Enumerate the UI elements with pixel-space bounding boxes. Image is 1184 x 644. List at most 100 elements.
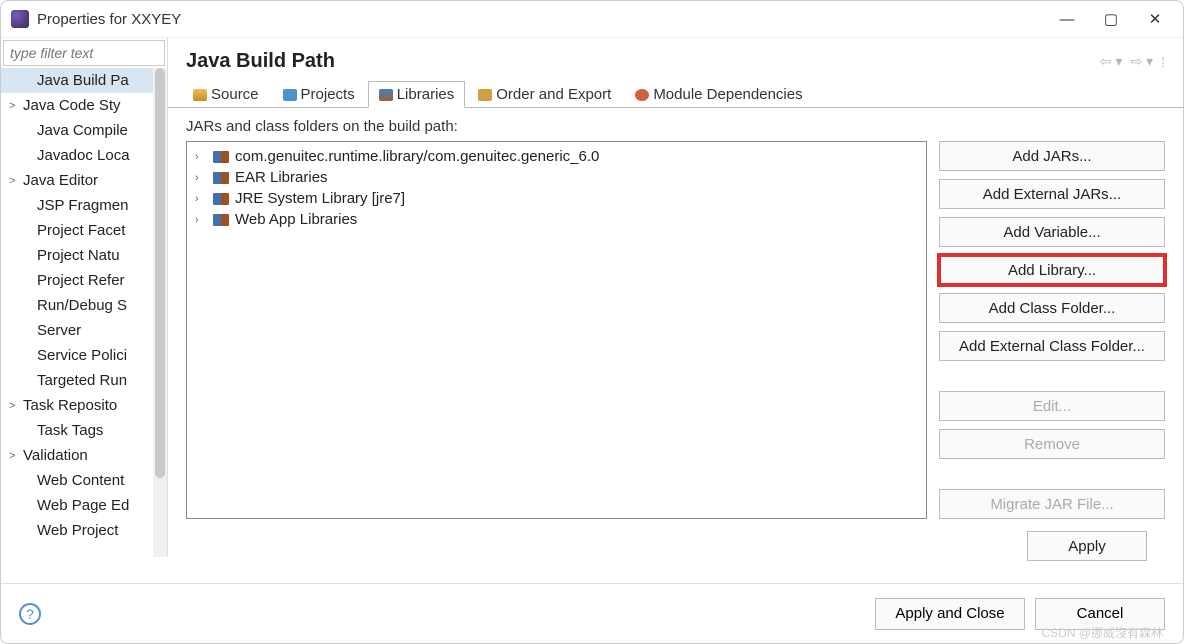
add-external-class-folder-button[interactable]: Add External Class Folder... xyxy=(939,331,1165,361)
tree-item-label: Java Editor xyxy=(23,172,98,189)
tree-item[interactable]: Service Polici xyxy=(1,343,167,368)
expander-icon[interactable]: › xyxy=(195,151,207,163)
tree-item-label: Web Project xyxy=(37,522,118,539)
add-variable-button[interactable]: Add Variable... xyxy=(939,217,1165,247)
tree-item[interactable]: Project Facet xyxy=(1,218,167,243)
tree-item[interactable]: Web Page Ed xyxy=(1,493,167,518)
library-icon xyxy=(213,172,229,184)
tab-order-and-export[interactable]: Order and Export xyxy=(467,81,622,108)
apply-and-close-button[interactable]: Apply and Close xyxy=(875,598,1025,630)
tab-module-dependencies[interactable]: Module Dependencies xyxy=(624,81,813,108)
page-title: Java Build Path xyxy=(186,50,1100,73)
src-icon xyxy=(193,89,207,101)
tree-scrollbar[interactable] xyxy=(153,68,167,557)
tree-item[interactable]: Javadoc Loca xyxy=(1,143,167,168)
libraries-subhead: JARs and class folders on the build path… xyxy=(186,118,1165,135)
tree-item-label: Javadoc Loca xyxy=(37,147,130,164)
help-icon[interactable]: ? xyxy=(19,603,41,625)
tree-item[interactable]: Server xyxy=(1,318,167,343)
tree-item[interactable]: Task Tags xyxy=(1,418,167,443)
remove-button: Remove xyxy=(939,429,1165,459)
library-label: Web App Libraries xyxy=(235,211,357,228)
tree-item[interactable]: >Validation xyxy=(1,443,167,468)
migrate-jar-button: Migrate JAR File... xyxy=(939,489,1165,519)
tree-item[interactable]: Web Content xyxy=(1,468,167,493)
tree-item-label: Task Tags xyxy=(37,422,103,439)
tab-libraries[interactable]: Libraries xyxy=(368,81,466,108)
close-button[interactable]: ✕ xyxy=(1147,11,1163,27)
tree-item-label: Service Polici xyxy=(37,347,127,364)
tree-item-label: JSP Fragmen xyxy=(37,197,128,214)
expander-icon[interactable]: > xyxy=(9,450,23,462)
expander-icon[interactable]: › xyxy=(195,193,207,205)
expander-icon[interactable]: › xyxy=(195,172,207,184)
window-title: Properties for XXYEY xyxy=(37,11,1059,28)
maximize-button[interactable]: ▢ xyxy=(1103,11,1119,27)
sidebar: Java Build Pa>Java Code StyJava CompileJ… xyxy=(1,38,168,557)
tree-item[interactable]: Java Compile xyxy=(1,118,167,143)
tree-item-label: Project Refer xyxy=(37,272,125,289)
tree-item[interactable]: >Task Reposito xyxy=(1,393,167,418)
tree-item-label: Task Reposito xyxy=(23,397,117,414)
tree-item-label: Targeted Run xyxy=(37,372,127,389)
edit-button: Edit... xyxy=(939,391,1165,421)
tab-projects[interactable]: Projects xyxy=(272,81,366,108)
tree-item-label: Project Natu xyxy=(37,247,120,264)
tree-item[interactable]: Project Refer xyxy=(1,268,167,293)
library-label: JRE System Library [jre7] xyxy=(235,190,405,207)
filter-input[interactable] xyxy=(3,40,165,66)
add-external-jars-button[interactable]: Add External JARs... xyxy=(939,179,1165,209)
back-icon[interactable]: ⇦ ▾ xyxy=(1100,53,1123,70)
prj-icon xyxy=(283,89,297,101)
library-item[interactable]: › EAR Libraries xyxy=(187,167,926,188)
expander-icon[interactable]: > xyxy=(9,175,23,187)
library-icon xyxy=(213,151,229,163)
expander-icon[interactable]: › xyxy=(195,214,207,226)
add-library-button[interactable]: Add Library... xyxy=(939,255,1165,285)
expander-icon[interactable]: > xyxy=(9,400,23,412)
library-item[interactable]: › Web App Libraries xyxy=(187,209,926,230)
library-icon xyxy=(213,214,229,226)
library-item[interactable]: › JRE System Library [jre7] xyxy=(187,188,926,209)
ord-icon xyxy=(478,89,492,101)
tree-item[interactable]: Run/Debug S xyxy=(1,293,167,318)
tab-label: Source xyxy=(211,86,259,103)
tree-item[interactable]: >Java Code Sty xyxy=(1,93,167,118)
tab-label: Module Dependencies xyxy=(653,86,802,103)
tree-item[interactable]: Project Natu xyxy=(1,243,167,268)
tab-label: Order and Export xyxy=(496,86,611,103)
tree-item-label: Project Facet xyxy=(37,222,125,239)
tree-item[interactable]: >Java Editor xyxy=(1,168,167,193)
category-tree: Java Build Pa>Java Code StyJava CompileJ… xyxy=(1,68,167,557)
header-nav: ⇦ ▾ ⇨ ▾ ⁞ xyxy=(1100,53,1165,70)
tree-item[interactable]: JSP Fragmen xyxy=(1,193,167,218)
library-label: com.genuitec.runtime.library/com.genuite… xyxy=(235,148,599,165)
tree-item[interactable]: Targeted Run xyxy=(1,368,167,393)
apply-button[interactable]: Apply xyxy=(1027,531,1147,561)
app-icon xyxy=(11,10,29,28)
libraries-tree[interactable]: › com.genuitec.runtime.library/com.genuit… xyxy=(186,141,927,519)
library-item[interactable]: › com.genuitec.runtime.library/com.genuit… xyxy=(187,146,926,167)
tree-item[interactable]: Web Project xyxy=(1,518,167,543)
tab-label: Projects xyxy=(301,86,355,103)
tree-item-label: Web Content xyxy=(37,472,124,489)
mod-icon xyxy=(635,89,649,101)
add-class-folder-button[interactable]: Add Class Folder... xyxy=(939,293,1165,323)
minimize-button[interactable]: — xyxy=(1059,11,1075,27)
add-jars-button[interactable]: Add JARs... xyxy=(939,141,1165,171)
expander-icon[interactable]: > xyxy=(9,100,23,112)
menu-icon[interactable]: ⁞ xyxy=(1161,54,1165,70)
tree-item[interactable]: Java Build Pa xyxy=(1,68,167,93)
tree-item-label: Java Code Sty xyxy=(23,97,121,114)
library-label: EAR Libraries xyxy=(235,169,328,186)
library-icon xyxy=(213,193,229,205)
tab-source[interactable]: Source xyxy=(182,81,270,108)
forward-icon[interactable]: ⇨ ▾ xyxy=(1130,53,1153,70)
watermark: CSDN @挪威沒有森林 xyxy=(1041,624,1163,641)
tree-item-label: Web Page Ed xyxy=(37,497,129,514)
tab-label: Libraries xyxy=(397,86,455,103)
tree-item-label: Validation xyxy=(23,447,88,464)
lib-icon xyxy=(379,89,393,101)
footer: ? Apply and Close Cancel xyxy=(1,583,1183,643)
titlebar: Properties for XXYEY — ▢ ✕ xyxy=(1,1,1183,37)
